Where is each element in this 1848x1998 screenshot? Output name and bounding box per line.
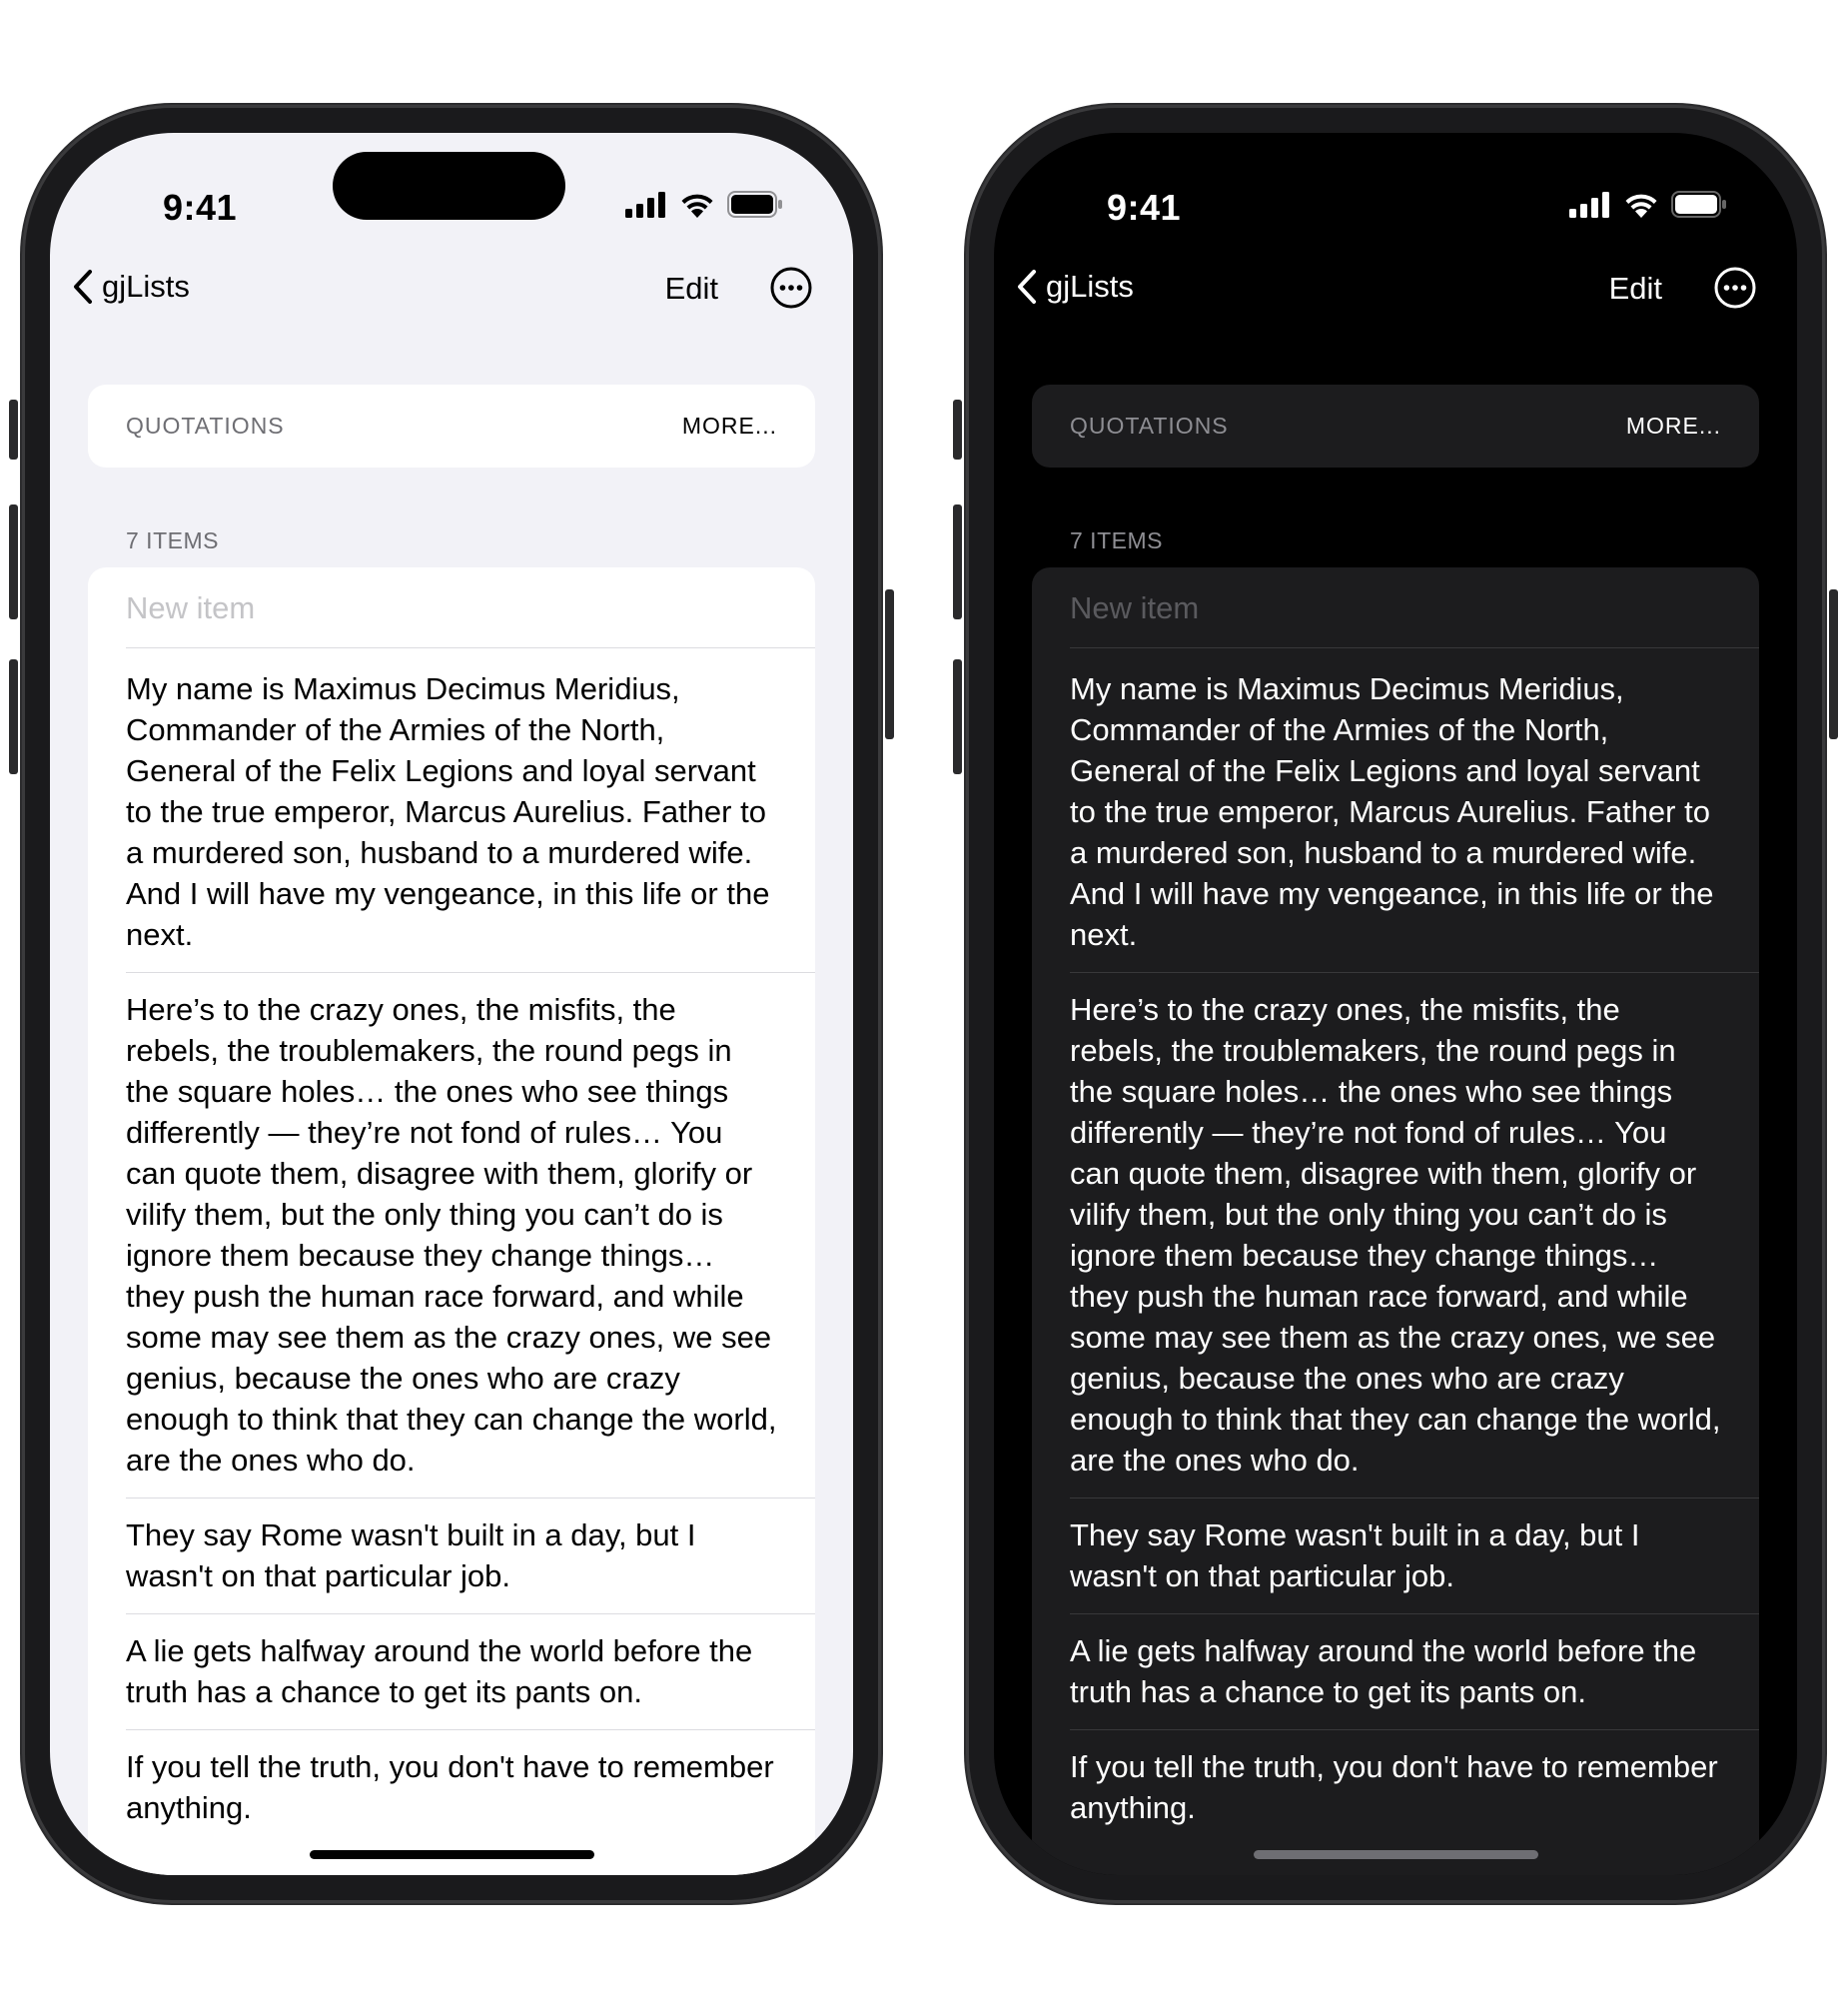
status-icons: [1569, 191, 1727, 218]
cellular-signal-icon: [625, 191, 665, 218]
more-button[interactable]: MORE...: [1626, 413, 1721, 440]
dynamic-island: [333, 152, 565, 220]
more-button[interactable]: MORE...: [682, 413, 777, 440]
power-button: [885, 589, 894, 739]
edit-button[interactable]: Edit: [665, 271, 718, 307]
chevron-left-icon: [1018, 270, 1036, 304]
section-title: QUOTATIONS: [1070, 413, 1229, 439]
items-list: New item My name is Maximus Decimus Meri…: [1032, 567, 1759, 1875]
cellular-signal-icon: [1569, 191, 1609, 218]
new-item-input[interactable]: New item: [88, 567, 815, 648]
phone-light: 9:41 gjLists Edit QUOTATIONS MORE... 7 I…: [9, 105, 894, 1903]
section-header-card: QUOTATIONS MORE...: [1032, 385, 1759, 468]
action-button: [953, 400, 962, 460]
wifi-icon: [681, 194, 713, 218]
home-indicator[interactable]: [310, 1850, 594, 1859]
screen: 9:41 gjLists Edit QUOTATIONS MORE... 7 I…: [50, 133, 853, 1875]
list-item[interactable]: A lie gets halfway around the world befo…: [88, 1614, 815, 1730]
status-time: 9:41: [1107, 187, 1182, 228]
list-item[interactable]: If you tell the truth, you don't have to…: [88, 1730, 815, 1846]
list-item[interactable]: My name is Maximus Decimus Meridius, Com…: [1032, 648, 1759, 973]
more-options-icon[interactable]: [769, 266, 813, 310]
navigation-bar: gjLists Edit: [50, 251, 853, 331]
status-icons: [625, 191, 783, 218]
items-list: New item My name is Maximus Decimus Meri…: [88, 567, 815, 1875]
power-button: [1829, 589, 1838, 739]
list-item[interactable]: Here’s to the crazy ones, the misfits, t…: [88, 973, 815, 1498]
volume-down-button: [953, 659, 962, 774]
list-item[interactable]: They say Rome wasn't built in a day, but…: [88, 1498, 815, 1614]
volume-up-button: [953, 504, 962, 619]
new-item-input[interactable]: New item: [1032, 567, 1759, 648]
item-count: 7 ITEMS: [1070, 527, 1163, 553]
list-item[interactable]: They say Rome wasn't built in a day, but…: [1032, 1498, 1759, 1614]
volume-down-button: [9, 659, 18, 774]
phone-dark: 9:41 gjLists Edit QUOTATIONS MORE... 7 I…: [953, 105, 1838, 1903]
volume-up-button: [9, 504, 18, 619]
home-indicator[interactable]: [1254, 1850, 1538, 1859]
back-button[interactable]: gjLists: [1016, 269, 1134, 305]
navigation-bar: gjLists Edit: [994, 251, 1797, 331]
section-title: QUOTATIONS: [126, 413, 285, 439]
chevron-left-icon: [74, 270, 92, 304]
edit-button[interactable]: Edit: [1609, 271, 1662, 307]
item-count: 7 ITEMS: [126, 527, 219, 553]
status-time: 9:41: [163, 187, 238, 228]
list-item[interactable]: My name is Maximus Decimus Meridius, Com…: [88, 648, 815, 973]
list-item[interactable]: A lie gets halfway around the world befo…: [1032, 1614, 1759, 1730]
back-label: gjLists: [102, 269, 190, 304]
back-button[interactable]: gjLists: [72, 269, 190, 305]
section-header-card: QUOTATIONS MORE...: [88, 385, 815, 468]
wifi-icon: [1625, 194, 1657, 218]
action-button: [9, 400, 18, 460]
battery-icon: [1671, 191, 1726, 218]
screen: 9:41 gjLists Edit QUOTATIONS MORE... 7 I…: [994, 133, 1797, 1875]
list-item[interactable]: Here’s to the crazy ones, the misfits, t…: [1032, 973, 1759, 1498]
battery-icon: [727, 191, 782, 218]
back-label: gjLists: [1046, 269, 1134, 304]
list-item[interactable]: If you tell the truth, you don't have to…: [1032, 1730, 1759, 1846]
more-options-icon[interactable]: [1713, 266, 1757, 310]
